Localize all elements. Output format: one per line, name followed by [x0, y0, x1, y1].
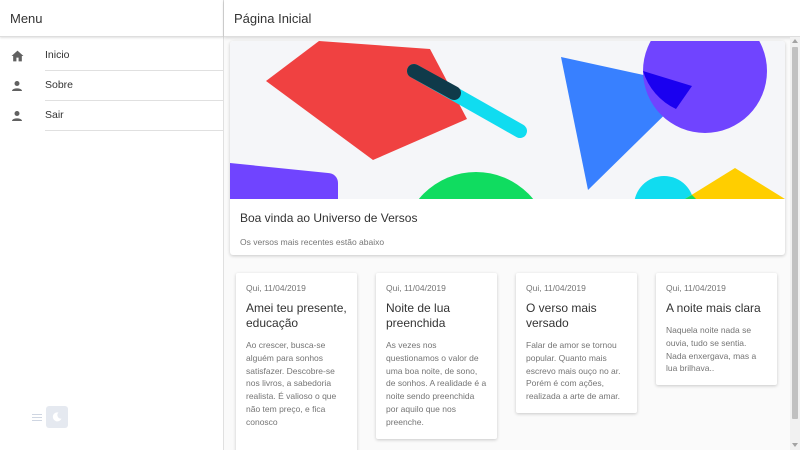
menu-title: Menu: [10, 10, 43, 26]
vertical-scrollbar[interactable]: [790, 37, 800, 450]
menu-lines-icon: [32, 414, 42, 422]
scroll-down-arrow-icon[interactable]: [792, 443, 798, 447]
hero-illustration: [230, 41, 785, 199]
post-excerpt: As vezes nos questionamos o valor de uma…: [386, 340, 487, 427]
post-date: Qui, 11/04/2019: [246, 283, 306, 293]
post-date: Qui, 11/04/2019: [666, 283, 726, 293]
welcome-card: Boa vinda ao Universo de Versos Os verso…: [230, 41, 785, 255]
menu-item-label: Sair: [45, 101, 223, 131]
side-menu: Menu Inicio Sobre Sair: [0, 0, 224, 450]
menu-header: Menu: [0, 0, 223, 37]
moon-icon: [46, 406, 68, 428]
hero-subtitle: Os versos mais recentes estão abaixo: [240, 237, 385, 247]
menu-item-sair[interactable]: Sair: [0, 101, 223, 131]
person-icon: [10, 109, 24, 123]
post-date: Qui, 11/04/2019: [526, 283, 586, 293]
scrollbar-thumb[interactable]: [792, 47, 798, 419]
post-date: Qui, 11/04/2019: [386, 283, 446, 293]
post-excerpt: Ao crescer, busca-se alguém para sonhos …: [246, 340, 337, 427]
post-excerpt: Falar de amor se tornou popular. Quanto …: [526, 340, 621, 402]
menu-list: Inicio Sobre Sair: [0, 41, 223, 131]
theme-toggle[interactable]: [30, 406, 68, 428]
post-card[interactable]: Qui, 11/04/2019 O verso mais versado Fal…: [516, 273, 637, 413]
home-icon: [10, 49, 24, 63]
scroll-up-arrow-icon[interactable]: [792, 39, 798, 43]
menu-item-label: Inicio: [45, 41, 223, 71]
menu-item-label: Sobre: [45, 71, 223, 101]
top-toolbar: Página Inicial: [224, 0, 800, 37]
menu-item-inicio[interactable]: Inicio: [0, 41, 223, 71]
page-title: Página Inicial: [234, 10, 312, 26]
content-area: Boa vinda ao Universo de Versos Os verso…: [224, 37, 790, 450]
hero-title: Boa vinda ao Universo de Versos: [240, 211, 418, 225]
person-icon: [10, 79, 24, 93]
post-title: A noite mais clara: [666, 301, 761, 315]
post-card[interactable]: Qui, 11/04/2019 Amei teu presente, educa…: [236, 273, 357, 450]
post-card[interactable]: Qui, 11/04/2019 A noite mais clara Naque…: [656, 273, 777, 385]
post-card[interactable]: Qui, 11/04/2019 Noite de lua preenchida …: [376, 273, 497, 439]
post-title: Amei teu presente, educação: [246, 301, 347, 330]
menu-item-sobre[interactable]: Sobre: [0, 71, 223, 101]
post-excerpt: Naquela noite nada se ouvia, tudo se sen…: [666, 325, 757, 374]
post-title: O verso mais versado: [526, 301, 597, 330]
post-title: Noite de lua preenchida: [386, 301, 451, 330]
